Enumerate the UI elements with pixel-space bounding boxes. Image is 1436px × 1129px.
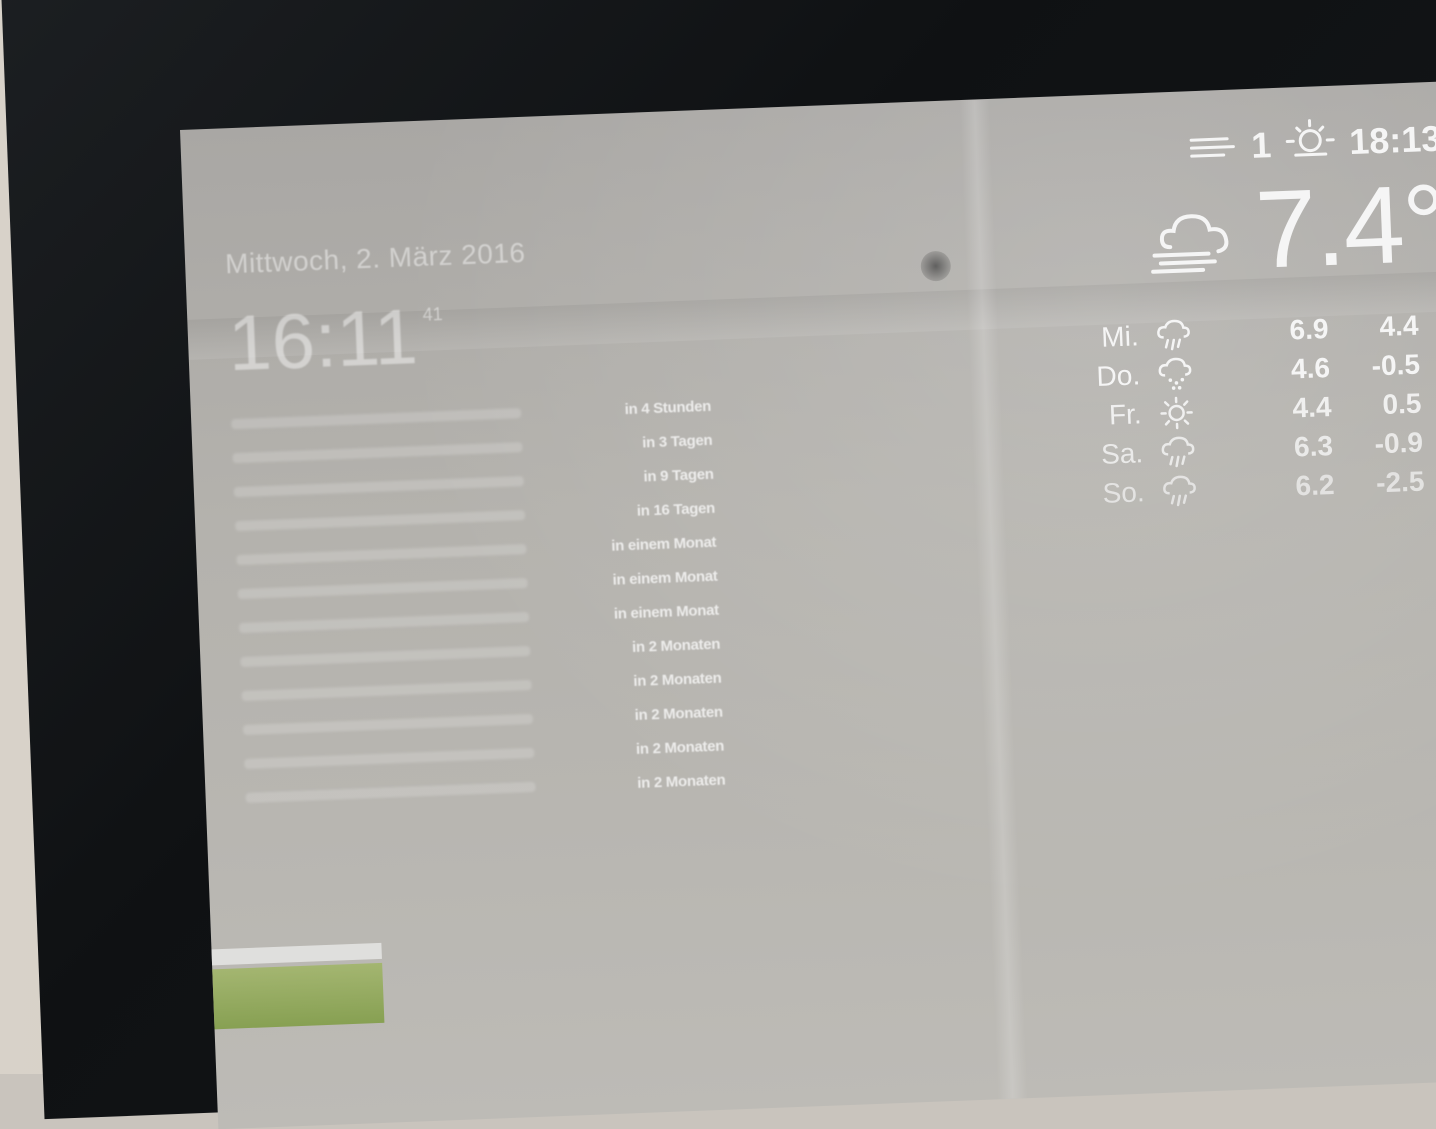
wind-speed: 1 bbox=[1250, 123, 1273, 166]
calendar-events: in 4 Stunden in 3 Tagen in 9 Tagen in 16… bbox=[231, 389, 726, 815]
sun-time: 18:13 bbox=[1348, 117, 1436, 162]
forecast-table: Mi. 6.9 4.4 Do. 4.6 -0.5 Fr. 4.4 0.5 Sa.… bbox=[1068, 304, 1436, 513]
date-text: Mittwoch, 2. März 2016 bbox=[224, 236, 526, 280]
forecast-day: Sa. bbox=[1100, 436, 1144, 470]
event-title-blurred bbox=[240, 645, 531, 668]
rain-icon bbox=[1138, 317, 1209, 352]
event-title-blurred bbox=[238, 611, 530, 634]
event-title-blurred bbox=[237, 577, 528, 600]
sunset-icon bbox=[1284, 116, 1336, 171]
event-relative-time: in 16 Tagen bbox=[636, 499, 716, 520]
forecast-max: 4.4 bbox=[1291, 390, 1333, 423]
forecast-max: 6.2 bbox=[1294, 468, 1336, 501]
forecast-day: Fr. bbox=[1108, 397, 1143, 431]
current-weather: 7.4° bbox=[1063, 161, 1436, 294]
windy-cloud-icon bbox=[1147, 204, 1244, 283]
forecast-max: 6.3 bbox=[1293, 429, 1334, 462]
forecast-max: 6.9 bbox=[1288, 312, 1330, 346]
current-temperature: 7.4° bbox=[1253, 161, 1436, 292]
rain-icon bbox=[1144, 473, 1215, 508]
reflection-green-object bbox=[192, 962, 385, 1031]
event-relative-time: in einem Monat bbox=[610, 533, 717, 555]
weather-panel: 1 18:13 7.4° Mi. 6.9 4.4 Do. 4.6 -0.5 Fr… bbox=[1061, 112, 1436, 514]
event-relative-time: in 4 Stunden bbox=[624, 397, 712, 418]
clock-time: 16:11 bbox=[226, 292, 420, 388]
forecast-min: -2.5 bbox=[1375, 465, 1425, 498]
event-title-blurred bbox=[245, 781, 536, 803]
sun-icon bbox=[1141, 394, 1212, 431]
event-title-blurred bbox=[236, 544, 527, 566]
event-title-blurred bbox=[242, 713, 534, 736]
mirror-glass: Mittwoch, 2. März 2016 16:11 41 in 4 Stu… bbox=[180, 80, 1436, 1129]
forecast-max: 4.6 bbox=[1290, 351, 1331, 385]
event-title-blurred bbox=[244, 747, 535, 769]
rain-icon bbox=[1142, 434, 1213, 469]
event-title-blurred bbox=[232, 442, 523, 464]
forecast-min: 0.5 bbox=[1381, 387, 1422, 420]
event-relative-time: in 2 Monaten bbox=[633, 669, 722, 690]
forecast-min: -0.5 bbox=[1371, 348, 1421, 381]
reflection-object bbox=[191, 942, 382, 967]
event-relative-time: in 3 Tagen bbox=[641, 431, 713, 451]
event-relative-time: in 9 Tagen bbox=[643, 465, 714, 485]
forecast-min: -0.9 bbox=[1374, 426, 1424, 459]
sleet-icon bbox=[1139, 355, 1210, 392]
wind-icon bbox=[1189, 125, 1239, 169]
event-relative-time: in 2 Monaten bbox=[636, 771, 726, 792]
clock-calendar-panel: Mittwoch, 2. März 2016 16:11 41 in 4 Stu… bbox=[225, 230, 726, 815]
event-relative-time: in einem Monat bbox=[612, 567, 718, 589]
forecast-day: So. bbox=[1101, 475, 1146, 509]
event-relative-time: in einem Monat bbox=[613, 601, 720, 623]
event-title-blurred bbox=[233, 476, 524, 498]
forecast-min: 4.4 bbox=[1378, 309, 1419, 342]
event-title-blurred bbox=[235, 510, 526, 532]
event-relative-time: in 2 Monaten bbox=[635, 737, 725, 758]
clock-seconds: 41 bbox=[422, 304, 444, 325]
reflection-band bbox=[959, 98, 1028, 1100]
forecast-day: Do. bbox=[1095, 358, 1141, 392]
event-title-blurred bbox=[241, 679, 532, 702]
forecast-day: Mi. bbox=[1100, 319, 1140, 353]
event-relative-time: in 2 Monaten bbox=[631, 635, 721, 656]
event-relative-time: in 2 Monaten bbox=[634, 703, 724, 724]
event-title-blurred bbox=[231, 408, 522, 430]
clock: 16:11 41 bbox=[226, 280, 709, 389]
reflection-spot bbox=[920, 250, 952, 282]
